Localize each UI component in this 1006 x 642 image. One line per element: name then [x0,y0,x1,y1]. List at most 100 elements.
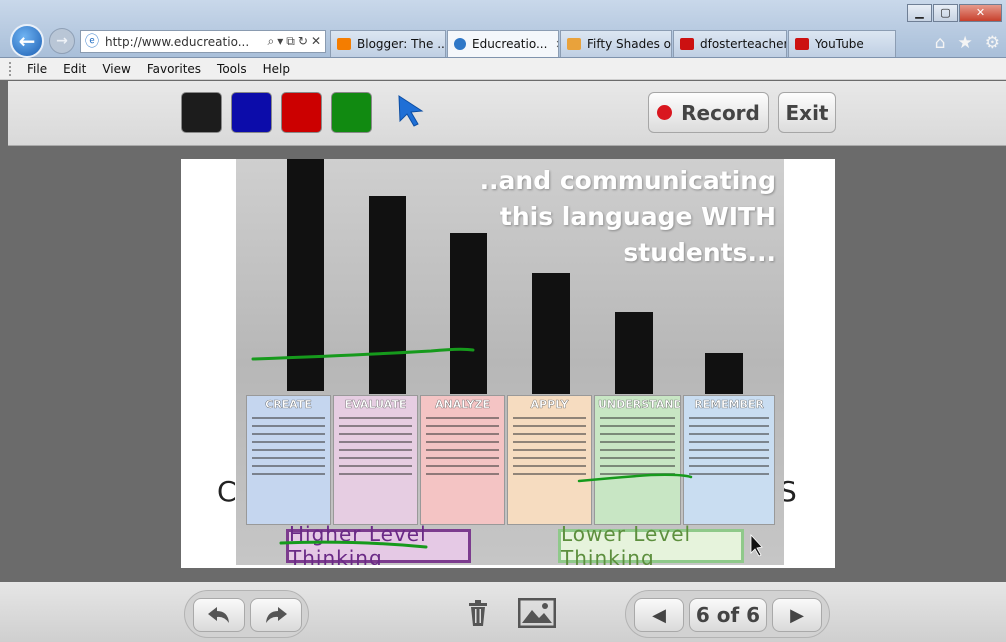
browser-tools: ⌂ ★ ⚙ [935,33,1000,53]
youtube-icon [680,38,694,50]
menu-file[interactable]: File [27,62,47,76]
record-dot-icon [657,105,673,120]
color-blue-swatch[interactable] [231,92,272,133]
slide-left-letter: C [217,475,237,508]
page-indicator: 6 of 6 [689,598,767,632]
wall-bar [615,312,653,394]
redo-arrow-icon [266,607,287,623]
stop-icon[interactable]: ✕ [311,34,321,49]
wall-bar [532,273,570,394]
tab-label: Blogger: The ... [357,37,446,51]
tab-label: Fifty Shades of... [587,37,671,51]
poster-understand: UNDERSTAND [594,395,681,525]
tab-label: Educreatio... [472,37,548,51]
exit-button[interactable]: Exit [778,92,836,133]
address-bar[interactable]: ⓔ http://www.educreatio... ⌕ ▾ ⧉ ↻ ✕ [80,30,326,53]
exit-label: Exit [785,100,829,125]
menu-tools[interactable]: Tools [217,62,247,76]
poster-evaluate: EVALUATE [333,395,418,525]
poster-title: APPLY [530,398,569,411]
insert-image-button[interactable] [517,597,557,629]
refresh-icon[interactable]: ↻ [298,34,308,49]
forward-button[interactable]: → [49,28,75,54]
poster-create: CREATE [246,395,331,525]
poster-title: REMEMBER [694,398,764,411]
poster-title: EVALUATE [344,398,407,411]
maximize-button[interactable]: ▢ [933,4,958,22]
menu-view[interactable]: View [102,62,130,76]
image-icon [518,598,556,628]
undo-arrow-icon [208,607,229,623]
tab-educreations[interactable]: Educreatio... ✕ [447,30,559,57]
caption-line: this language WITH [499,202,776,231]
browser-titlebar: ▁ ▢ ✕ ← → ⓔ http://www.educreatio... ⌕ ▾… [0,0,1006,58]
tab-dfosterteacher[interactable]: dfosterteacher... [673,30,787,57]
bottom-toolbar: ◀ 6 of 6 ▶ [0,582,1006,642]
tab-label: YouTube [815,37,864,51]
color-red-swatch[interactable] [281,92,322,133]
wall-bar [287,159,324,391]
page-favicon-icon [567,38,581,50]
home-icon[interactable]: ⌂ [935,33,946,53]
search-icon[interactable]: ⌕ [268,34,275,49]
record-label: Record [681,100,760,125]
youtube-icon [795,38,809,50]
menubar-grip [9,62,12,76]
back-arrow-icon: ← [18,29,36,53]
poster-title: ANALYZE [435,398,490,411]
tab-fifty-shades[interactable]: Fifty Shades of... [560,30,672,57]
pointer-tool-icon[interactable] [396,93,426,127]
poster-title: CREATE [265,398,312,411]
tab-blogger[interactable]: Blogger: The ... [330,30,446,57]
slide-caption: ..and communicating this language WITH s… [480,163,776,271]
color-black-swatch[interactable] [181,92,222,133]
undo-redo-group [184,590,309,638]
address-url[interactable]: http://www.educreatio... [105,35,268,49]
page-nav-group: ◀ 6 of 6 ▶ [625,590,830,638]
caption-line: students... [623,238,776,267]
poster-apply: APPLY [507,395,592,525]
triangle-left-icon: ◀ [652,604,666,626]
gear-icon[interactable]: ⚙ [985,33,1000,53]
delete-button[interactable] [458,597,498,629]
banner-lower-thinking: Lower Level Thinking [558,522,744,565]
tab-youtube[interactable]: YouTube [788,30,896,57]
caption-line: ..and communicating [479,166,776,195]
menu-edit[interactable]: Edit [63,62,86,76]
menu-help[interactable]: Help [263,62,290,76]
redo-button[interactable] [250,598,302,632]
wall-bar [369,196,406,394]
blogger-icon [337,38,351,50]
wall-bar [705,353,743,394]
poster-analyze: ANALYZE [420,395,505,525]
compat-view-icon[interactable]: ⧉ [286,34,295,49]
tab-label: dfosterteacher... [700,37,787,51]
banner-higher-thinking: Higher Level Thinking [286,522,471,565]
favorites-star-icon[interactable]: ★ [958,33,973,53]
ie-page-icon: ⓔ [85,33,99,50]
menu-bar: File Edit View Favorites Tools Help [0,58,1006,80]
trash-icon [469,600,487,626]
close-window-button[interactable]: ✕ [959,4,1002,22]
color-green-swatch[interactable] [331,92,372,133]
whiteboard-toolbar: Record Exit [8,81,1006,146]
back-button[interactable]: ← [10,24,44,58]
slide-photo: ..and communicating this language WITH s… [236,159,784,565]
undo-button[interactable] [193,598,245,632]
poster-remember: REMEMBER [683,395,775,525]
record-button[interactable]: Record [648,92,769,133]
triangle-right-icon: ▶ [790,604,804,626]
previous-page-button[interactable]: ◀ [634,598,684,632]
close-tab-icon[interactable]: ✕ [555,38,558,51]
next-page-button[interactable]: ▶ [772,598,822,632]
dropdown-icon[interactable]: ▾ [277,34,283,49]
slide-canvas[interactable]: C S ..and communicating this language WI… [181,159,835,568]
tab-strip: Blogger: The ... Educreatio... ✕ Fifty S… [330,30,897,57]
window-controls: ▁ ▢ ✕ [906,4,1002,22]
ie-page-icon [454,38,466,50]
menu-favorites[interactable]: Favorites [147,62,201,76]
address-actions: ⌕ ▾ ⧉ ↻ ✕ [268,34,321,49]
forward-arrow-icon: → [56,33,68,49]
minimize-button[interactable]: ▁ [907,4,932,22]
poster-title: UNDERSTAND [598,398,681,411]
